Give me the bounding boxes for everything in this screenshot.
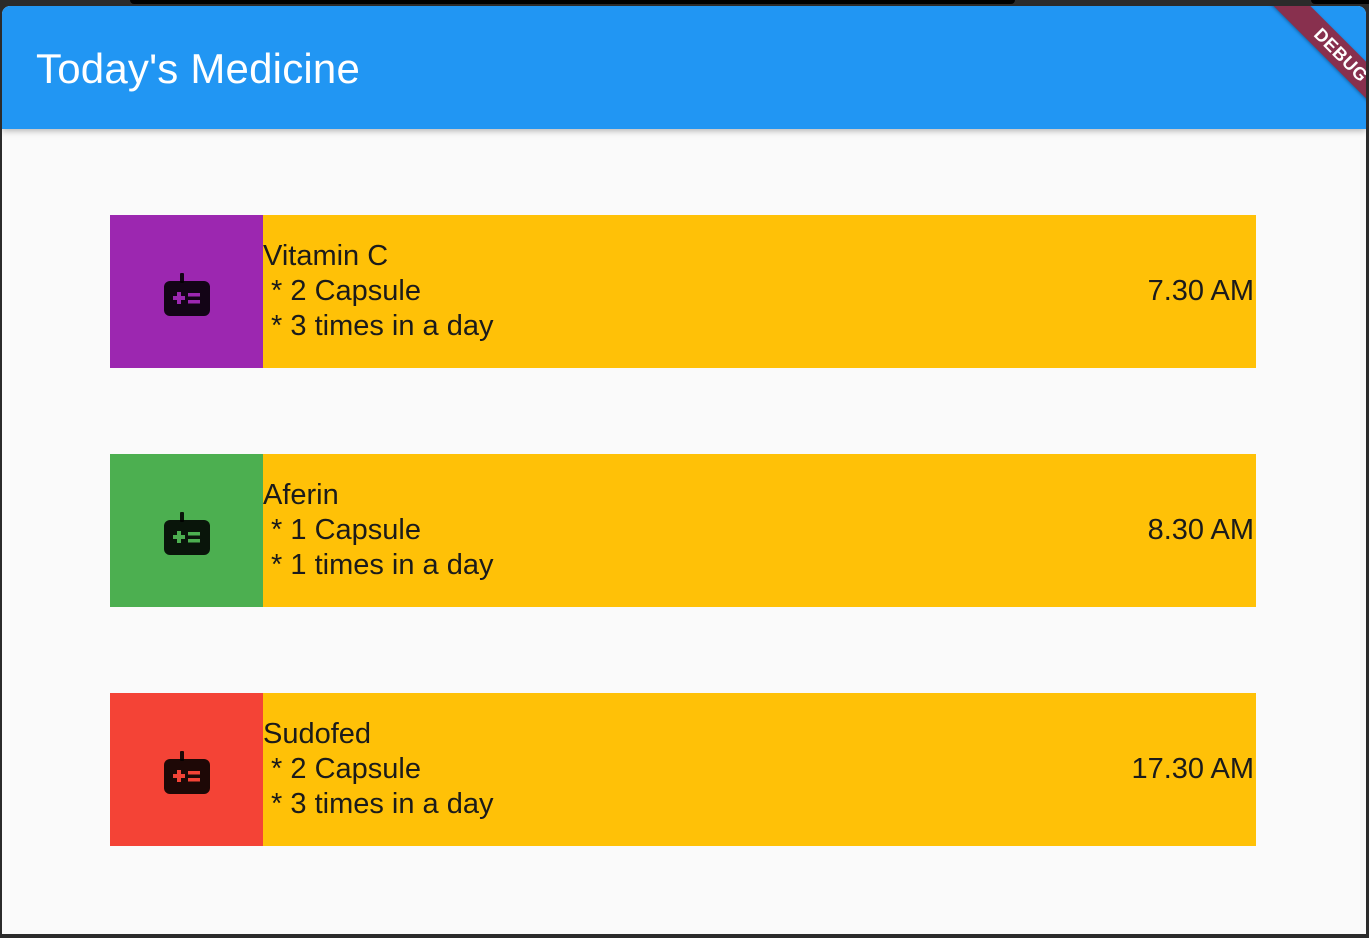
app-root: Today's Medicine DEBUG Vitamin C * 2 Cap…	[2, 6, 1366, 934]
medicine-details: Sudofed * 2 Capsule * 3 times in a day	[263, 717, 494, 822]
medicine-card[interactable]: Vitamin C * 2 Capsule * 3 times in a day…	[110, 215, 1256, 368]
medicine-dose: * 2 Capsule	[263, 275, 421, 307]
medicine-color-swatch	[110, 215, 263, 368]
medicine-dose: * 2 Capsule	[263, 753, 421, 785]
medicine-frequency: * 3 times in a day	[263, 788, 494, 820]
window-frame: Today's Medicine DEBUG Vitamin C * 2 Cap…	[0, 0, 1369, 938]
medicine-frequency: * 1 times in a day	[263, 549, 494, 581]
medicine-dose: * 1 Capsule	[263, 514, 421, 546]
medical-kit-icon	[164, 751, 210, 794]
medicine-details: Aferin * 1 Capsule * 1 times in a day	[263, 478, 494, 583]
medicine-color-swatch	[110, 693, 263, 846]
medicine-time: 7.30 AM	[1147, 275, 1254, 307]
medicine-time: 17.30 AM	[1131, 753, 1254, 785]
page-title: Today's Medicine	[36, 45, 361, 92]
medicine-color-swatch	[110, 454, 263, 607]
debug-banner: DEBUG	[1236, 6, 1366, 136]
medicine-card[interactable]: Sudofed * 2 Capsule * 3 times in a day 1…	[110, 693, 1256, 846]
medicine-card[interactable]: Aferin * 1 Capsule * 1 times in a day 8.…	[110, 454, 1256, 607]
medical-kit-icon	[164, 273, 210, 316]
window-top-right-edge	[1311, 0, 1369, 4]
medicine-name: Vitamin C	[263, 240, 389, 272]
medicine-name: Aferin	[263, 479, 339, 511]
window-top-edge	[130, 0, 1015, 4]
app-bar: Today's Medicine	[2, 6, 1366, 129]
medicine-list: Vitamin C * 2 Capsule * 3 times in a day…	[110, 215, 1256, 932]
medicine-frequency: * 3 times in a day	[263, 310, 494, 342]
medical-kit-icon	[164, 512, 210, 555]
medicine-name: Sudofed	[263, 718, 372, 750]
medicine-details: Vitamin C * 2 Capsule * 3 times in a day	[263, 239, 494, 344]
medicine-time: 8.30 AM	[1147, 514, 1254, 546]
debug-banner-label: DEBUG	[1264, 6, 1366, 132]
